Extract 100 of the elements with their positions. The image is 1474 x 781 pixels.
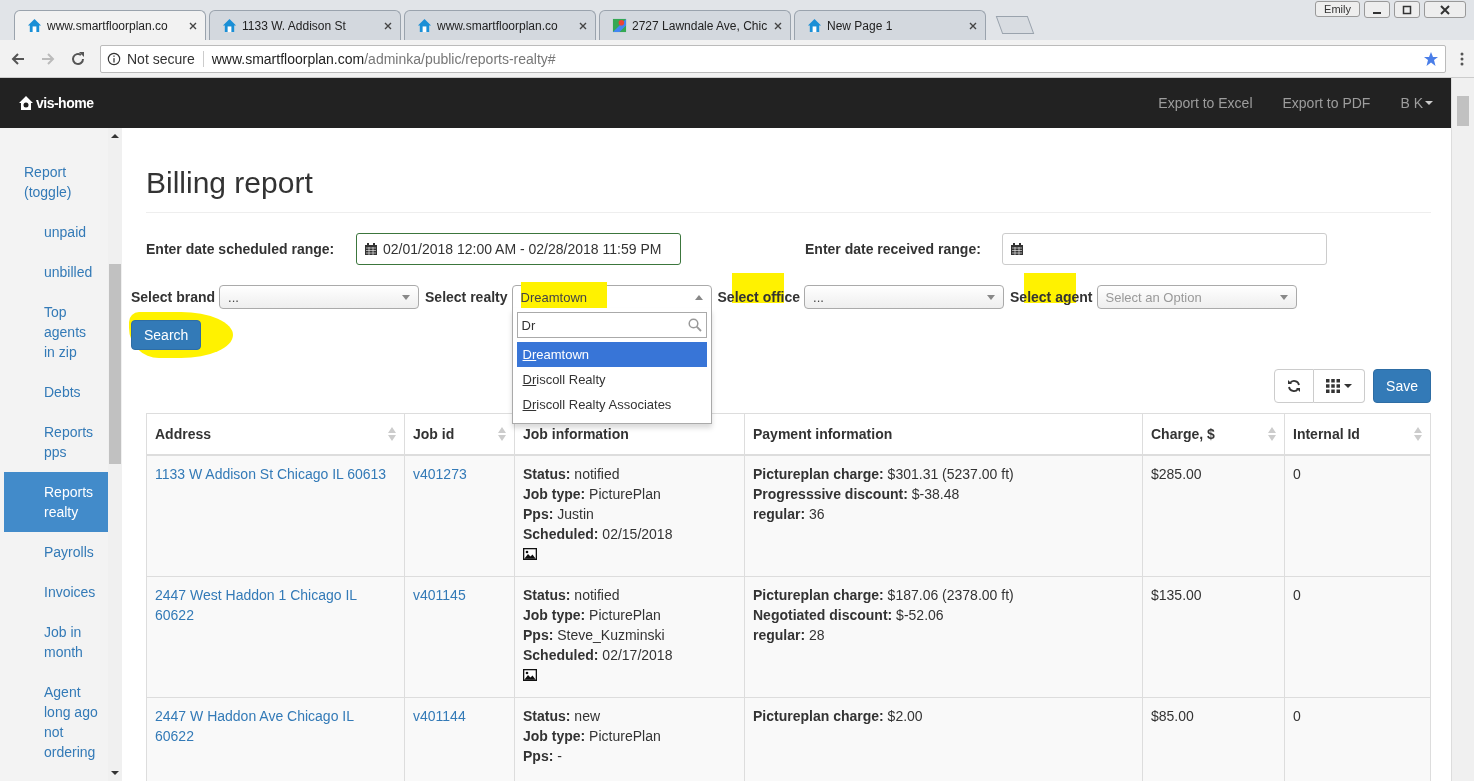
job-info-line: Job type: PicturePlan xyxy=(523,727,662,746)
save-button[interactable]: Save xyxy=(1373,369,1431,403)
columns-button[interactable] xyxy=(1314,369,1366,403)
sidebar-item[interactable]: unpaid xyxy=(4,212,108,252)
payment-info-line: Pictureplan charge: $2.00 xyxy=(753,707,924,726)
image-icon[interactable] xyxy=(523,548,537,560)
payment-info-line: regular: 36 xyxy=(753,505,826,524)
sidebar-item[interactable]: Agent long ago not ordering xyxy=(4,672,108,772)
job-info-line: Status: new xyxy=(523,707,602,726)
info-icon xyxy=(107,51,121,66)
refresh-button[interactable] xyxy=(1274,369,1315,403)
job-info-line: Scheduled: 02/15/2018 xyxy=(523,525,674,544)
payment-info-line: regular: 28 xyxy=(753,626,826,645)
charge-value: $135.00 xyxy=(1151,587,1202,603)
bookmark-star-icon[interactable] xyxy=(1423,50,1439,67)
job-id-link[interactable]: v401273 xyxy=(413,464,506,484)
house-logo-icon xyxy=(18,95,34,111)
sidebar-item[interactable]: Payrolls xyxy=(4,532,108,572)
payment-info-line: Pictureplan charge: $301.31 (5237.00 ft) xyxy=(753,465,1015,484)
payment-info-line: Progresssive discount: $-38.48 xyxy=(753,485,961,504)
caret-icon xyxy=(1425,101,1433,105)
close-icon[interactable] xyxy=(579,21,587,30)
sidebar-item[interactable]: Reports realty xyxy=(4,472,108,532)
refresh-icon xyxy=(1287,379,1302,393)
caret-icon xyxy=(1344,384,1353,388)
reload-icon[interactable] xyxy=(70,50,86,67)
profile-name[interactable]: Emily xyxy=(1315,1,1360,17)
form-label: Enter date received range: xyxy=(805,241,982,257)
caret-down-icon xyxy=(402,294,411,300)
scroll-down-icon[interactable] xyxy=(111,771,119,775)
job-info-line: Job type: PicturePlan xyxy=(523,485,662,504)
filter-label: Select brand xyxy=(131,289,216,305)
job-id-link[interactable]: v401144 xyxy=(413,706,506,726)
search-field[interactable]: Dr xyxy=(516,312,707,338)
job-info-line: Pps: Steve_Kuzminski xyxy=(523,626,666,645)
internal-id-value: 0 xyxy=(1293,587,1301,603)
minimize-icon xyxy=(1373,11,1381,14)
sidebar-item[interactable]: Top agents in zip xyxy=(4,292,108,372)
job-id-link[interactable]: v401145 xyxy=(413,585,506,605)
sidebar-item[interactable]: Reports pps xyxy=(4,412,108,472)
charge-value: $85.00 xyxy=(1151,708,1194,724)
calendar-icon xyxy=(365,243,377,255)
date-range-field[interactable] xyxy=(1002,233,1327,265)
filter-label: Select realty xyxy=(425,289,508,305)
close-icon[interactable] xyxy=(969,21,977,30)
select-dropdown[interactable]: Dreamtown xyxy=(511,285,712,309)
select-dropdown[interactable]: ... xyxy=(804,285,1004,309)
close-icon[interactable] xyxy=(774,21,782,30)
dropdown-option[interactable]: Dreamtown xyxy=(516,342,707,367)
job-info-line: Job type: PicturePlan xyxy=(523,606,662,625)
url-text: www.smartfloorplan.com/adminka/public/reports-realty# xyxy=(211,50,556,67)
scroll-up-icon[interactable] xyxy=(111,134,119,138)
minimize-button[interactable] xyxy=(1364,1,1390,18)
address-link[interactable]: 1133 W Addison St Chicago IL 60613 xyxy=(155,464,396,484)
sort-icon xyxy=(1414,427,1422,441)
image-icon[interactable] xyxy=(523,669,537,681)
browser-tab[interactable]: www.smartfloorplan.co xyxy=(14,10,206,40)
export-link[interactable]: Export to Excel xyxy=(1158,95,1253,111)
maximize-button[interactable] xyxy=(1394,1,1420,18)
sort-icon xyxy=(498,427,506,441)
sort-icon xyxy=(388,427,396,441)
menu-icon[interactable] xyxy=(1460,50,1464,67)
browser-tab[interactable]: New Page 1 xyxy=(794,10,986,40)
export-link[interactable]: Export to PDF xyxy=(1282,95,1371,111)
page-scrollbar[interactable] xyxy=(1451,78,1474,781)
browser-tab[interactable]: www.smartfloorplan.co xyxy=(404,10,596,40)
sidebar-item[interactable]: unbilled xyxy=(4,252,108,292)
browser-tab[interactable]: 1133 W. Addison St xyxy=(209,10,401,40)
job-info-line: Pps: Justin xyxy=(523,505,595,524)
job-info-line: Scheduled: 02/17/2018 xyxy=(523,646,674,665)
caret-down-icon xyxy=(987,294,995,300)
internal-id-value: 0 xyxy=(1293,466,1301,482)
close-button[interactable] xyxy=(1424,1,1466,18)
close-icon[interactable] xyxy=(189,21,197,30)
address-bar[interactable]: Not secure www.smartfloorplan.com/adminka/public/reports-realty# xyxy=(100,44,1446,73)
browser-tab[interactable]: 2727 Lawndale Ave, Chic xyxy=(599,10,791,40)
calendar-icon xyxy=(1011,243,1023,255)
job-info-line: Status: notified xyxy=(523,586,621,605)
sidebar-item[interactable]: Debts xyxy=(4,372,108,412)
select-dropdown[interactable]: ... xyxy=(219,285,420,309)
maximize-icon xyxy=(1402,4,1412,15)
dropdown-option[interactable]: Driscoll Realty xyxy=(516,367,707,392)
sort-icon xyxy=(1268,427,1276,441)
caret-down-icon xyxy=(1279,294,1288,300)
payment-info-line: Negotiated discount: $-52.06 xyxy=(753,606,945,625)
sidebar-item[interactable]: Report (toggle) xyxy=(4,152,108,212)
job-info-line: Pps: - xyxy=(523,747,563,766)
job-info-line: Status: notified xyxy=(523,465,621,484)
charge-value: $285.00 xyxy=(1151,466,1202,482)
brand-name[interactable]: vis-home xyxy=(36,95,94,111)
page-title: Billing report xyxy=(146,166,314,200)
search-button[interactable]: Search xyxy=(131,320,202,350)
sidebar-item[interactable]: Invoices xyxy=(4,572,108,612)
close-icon[interactable] xyxy=(384,21,392,30)
search-icon xyxy=(687,318,702,332)
close-icon xyxy=(1440,4,1450,15)
date-range-field[interactable]: 02/01/2018 12:00 AM - 02/28/2018 11:59 PM xyxy=(356,233,681,265)
sidebar-item[interactable]: Job in month xyxy=(4,612,108,672)
user-menu[interactable]: B K xyxy=(1400,95,1433,111)
back-icon[interactable] xyxy=(10,50,26,67)
